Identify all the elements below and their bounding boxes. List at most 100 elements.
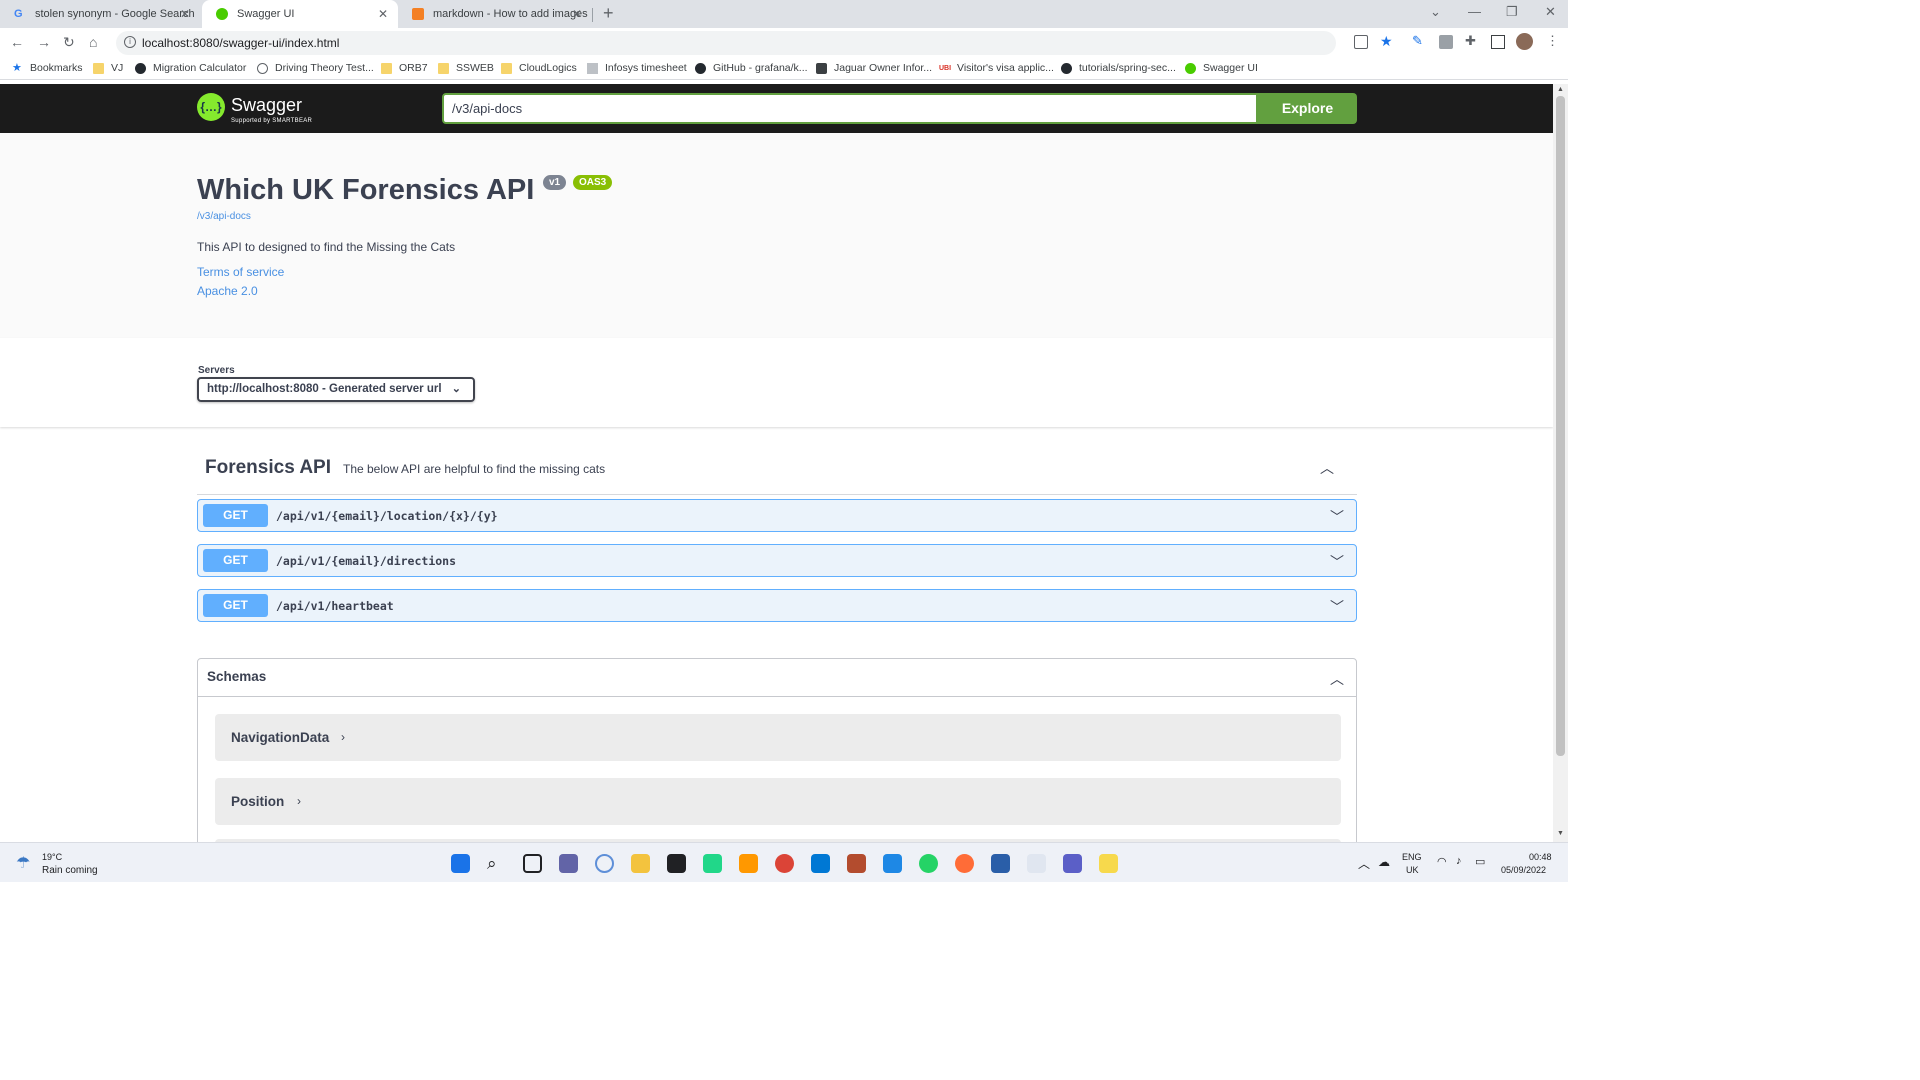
menu-icon[interactable]: ⋮ bbox=[1546, 33, 1560, 48]
bookmark-item[interactable]: ORB7 bbox=[381, 62, 428, 74]
new-tab-icon[interactable]: + bbox=[603, 3, 614, 24]
chevron-up-icon[interactable]: ︿ bbox=[1358, 855, 1370, 872]
profile-avatar[interactable] bbox=[1516, 33, 1533, 50]
spec-url-input[interactable]: /v3/api-docs bbox=[442, 93, 1258, 124]
bookmark-item[interactable]: GitHub - grafana/k... bbox=[695, 62, 808, 74]
chevron-down-icon[interactable]: ﹀ bbox=[1330, 552, 1344, 572]
scroll-thumb[interactable] bbox=[1556, 96, 1565, 756]
explore-button[interactable]: Explore bbox=[1258, 93, 1357, 124]
reload-icon[interactable]: ↻ bbox=[63, 34, 75, 51]
battery-icon[interactable]: ▭ bbox=[1475, 855, 1485, 868]
page-scrollbar[interactable]: ▲ ▼ bbox=[1553, 84, 1568, 842]
bookmark-item[interactable]: ★ Bookmarks bbox=[12, 62, 83, 74]
tab-markdown[interactable]: markdown - How to add images ✕ bbox=[398, 0, 592, 28]
side-panel-icon[interactable] bbox=[1491, 35, 1505, 49]
tab-swagger-ui[interactable]: Swagger UI ✕ bbox=[202, 0, 398, 28]
scroll-up-icon[interactable]: ▲ bbox=[1557, 86, 1564, 93]
bookmark-item[interactable]: Migration Calculator bbox=[135, 62, 246, 74]
operation-get-location[interactable]: GET /api/v1/{email}/location/{x}/{y} ﹀ bbox=[197, 499, 1357, 532]
scroll-down-icon[interactable]: ▼ bbox=[1557, 830, 1564, 837]
operation-get-heartbeat[interactable]: GET /api/v1/heartbeat ﹀ bbox=[197, 589, 1357, 622]
intellij-icon[interactable] bbox=[667, 854, 686, 873]
bookmark-star-icon[interactable]: ★ bbox=[1380, 33, 1394, 49]
swagger-icon bbox=[1185, 62, 1196, 74]
tab-label: markdown - How to add images bbox=[433, 8, 588, 20]
snipping-tool-icon[interactable] bbox=[1027, 854, 1046, 873]
restore-icon[interactable]: ❐ bbox=[1506, 4, 1518, 20]
extension-icon[interactable] bbox=[1439, 35, 1453, 49]
powershell-icon[interactable] bbox=[991, 854, 1010, 873]
start-icon[interactable] bbox=[451, 854, 470, 873]
onedrive-icon[interactable]: ☁ bbox=[1378, 855, 1390, 869]
windows-taskbar: ☂ 19°C Rain coming ⌕ ︿ ☁ ENG UK ◠ ♪ ▭ 00… bbox=[0, 842, 1568, 882]
chevron-up-icon[interactable]: ︿ bbox=[1330, 669, 1344, 689]
back-icon[interactable]: ← bbox=[10, 34, 24, 50]
whatsapp-icon[interactable] bbox=[919, 854, 938, 873]
chevron-down-icon[interactable]: ﹀ bbox=[1330, 597, 1344, 617]
github-icon bbox=[1061, 62, 1072, 74]
app-icon[interactable] bbox=[883, 854, 902, 873]
teams-icon[interactable] bbox=[1063, 854, 1082, 873]
bookmark-item[interactable]: CloudLogics bbox=[501, 62, 577, 74]
close-icon[interactable]: ✕ bbox=[180, 7, 190, 21]
sticky-notes-icon[interactable] bbox=[1099, 854, 1118, 873]
file-explorer-icon[interactable] bbox=[631, 854, 650, 873]
search-icon[interactable]: ⌕ bbox=[487, 854, 506, 873]
app-icon[interactable] bbox=[847, 854, 866, 873]
schemas-header[interactable]: Schemas ︿ bbox=[198, 659, 1356, 697]
minimize-icon[interactable]: — bbox=[1468, 4, 1481, 19]
close-icon[interactable]: ✕ bbox=[378, 7, 388, 21]
chevron-up-icon[interactable]: ︿ bbox=[1320, 458, 1334, 478]
address-bar[interactable]: i localhost:8080/swagger-ui/index.html bbox=[116, 31, 1336, 55]
clock-date[interactable]: 05/09/2022 bbox=[1501, 865, 1546, 875]
sublime-icon[interactable] bbox=[739, 854, 758, 873]
operation-path: /api/v1/{email}/directions bbox=[276, 554, 457, 568]
model-navigation-data[interactable]: NavigationData › bbox=[215, 714, 1341, 761]
bookmark-item[interactable]: Infosys timesheet bbox=[587, 62, 687, 74]
home-icon[interactable]: ⌂ bbox=[89, 34, 97, 50]
bookmark-item[interactable]: UBI Visitor's visa applic... bbox=[939, 62, 1054, 74]
oas-badge: OAS3 bbox=[573, 175, 613, 190]
bookmark-item[interactable]: Driving Theory Test... bbox=[257, 62, 374, 74]
bookmark-item[interactable]: Jaguar Owner Infor... bbox=[816, 62, 932, 74]
extension-tool-icon[interactable]: ✎ bbox=[1412, 33, 1426, 48]
bookmark-item[interactable]: tutorials/spring-sec... bbox=[1061, 62, 1176, 74]
task-view-icon[interactable] bbox=[523, 854, 542, 873]
info-icon[interactable]: i bbox=[124, 36, 136, 48]
browser-toolbar: ← → ↻ ⌂ i localhost:8080/swagger-ui/inde… bbox=[0, 28, 1568, 58]
puzzle-icon[interactable]: ✚ bbox=[1465, 33, 1479, 48]
wifi-icon[interactable]: ◠ bbox=[1437, 855, 1447, 868]
chrome-icon[interactable] bbox=[775, 854, 794, 873]
tag-title[interactable]: Forensics API bbox=[205, 457, 331, 479]
stackoverflow-icon bbox=[412, 8, 424, 20]
volume-icon[interactable]: ♪ bbox=[1456, 855, 1462, 867]
chat-icon[interactable] bbox=[559, 854, 578, 873]
window-close-icon[interactable]: ✕ bbox=[1545, 4, 1556, 20]
bookmark-item[interactable]: Swagger UI bbox=[1185, 62, 1258, 74]
tab-google-search[interactable]: G stolen synonym - Google Search ✕ bbox=[0, 0, 200, 28]
weather-icon[interactable]: ☂ bbox=[16, 853, 30, 873]
region-label[interactable]: UK bbox=[1406, 865, 1419, 875]
share-icon[interactable] bbox=[1354, 35, 1368, 49]
api-docs-link[interactable]: /v3/api-docs bbox=[197, 211, 251, 222]
servers-select[interactable]: http://localhost:8080 - Generated server… bbox=[197, 377, 475, 402]
pycharm-icon[interactable] bbox=[703, 854, 722, 873]
bookmark-item[interactable]: SSWEB bbox=[438, 62, 494, 74]
language-label[interactable]: ENG bbox=[1402, 852, 1422, 862]
weather-status: Rain coming bbox=[42, 865, 98, 876]
outlook-icon[interactable] bbox=[811, 854, 830, 873]
forward-icon[interactable]: → bbox=[37, 34, 51, 50]
cortana-icon[interactable] bbox=[595, 854, 614, 873]
postman-icon[interactable] bbox=[955, 854, 974, 873]
model-position[interactable]: Position › bbox=[215, 778, 1341, 825]
close-icon[interactable]: ✕ bbox=[572, 7, 582, 21]
bookmark-item[interactable]: VJ bbox=[93, 62, 123, 74]
tab-search-icon[interactable]: ⌄ bbox=[1430, 4, 1441, 20]
license-link[interactable]: Apache 2.0 bbox=[197, 284, 258, 298]
method-badge: GET bbox=[203, 504, 268, 527]
operation-get-directions[interactable]: GET /api/v1/{email}/directions ﹀ bbox=[197, 544, 1357, 577]
chevron-down-icon[interactable]: ﹀ bbox=[1330, 507, 1344, 527]
swagger-logo-icon[interactable]: {…} bbox=[197, 93, 225, 121]
terms-of-service-link[interactable]: Terms of service bbox=[197, 265, 284, 279]
clock-time[interactable]: 00:48 bbox=[1529, 852, 1552, 862]
